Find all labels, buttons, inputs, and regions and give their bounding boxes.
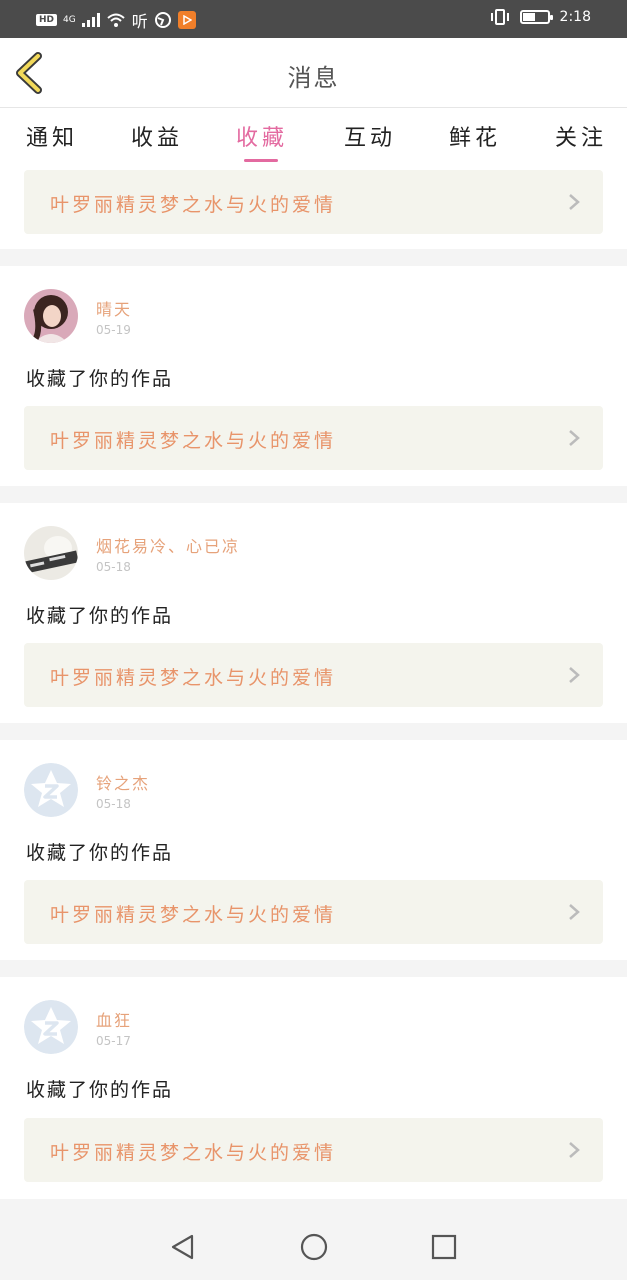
page-title: 消息 — [287, 64, 340, 92]
tab-bar: 通知 收益 收藏 互动 鲜花 关注 — [0, 108, 627, 166]
work-title: 叶罗丽精灵梦之水与火的爱情 — [50, 1142, 337, 1164]
chevron-right-icon — [569, 430, 580, 446]
avatar[interactable] — [24, 526, 78, 580]
timestamp: 05-18 — [96, 560, 131, 574]
work-link[interactable]: 叶罗丽精灵梦之水与火的爱情 — [24, 170, 603, 234]
work-title: 叶罗丽精灵梦之水与火的爱情 — [50, 194, 337, 216]
avatar[interactable] — [24, 763, 78, 817]
feed-card: 烟花易冷、心已凉 05-18 收藏了你的作品 叶罗丽精灵梦之水与火的爱情 — [0, 503, 627, 723]
timestamp: 05-17 — [96, 1034, 131, 1048]
circle-home-icon — [300, 1233, 328, 1261]
globe-icon — [154, 12, 171, 28]
username[interactable]: 晴天 — [96, 296, 132, 320]
feed-card: 铃之杰 05-18 收藏了你的作品 叶罗丽精灵梦之水与火的爱情 — [0, 740, 627, 960]
avatar[interactable] — [24, 1000, 78, 1054]
tab-earnings[interactable]: 收益 — [131, 120, 183, 152]
hd-indicator: HD — [36, 14, 58, 26]
username[interactable]: 铃之杰 — [96, 770, 150, 794]
play-app-icon — [177, 11, 196, 29]
username[interactable]: 血狂 — [96, 1007, 132, 1031]
work-title: 叶罗丽精灵梦之水与火的爱情 — [50, 430, 337, 452]
username[interactable]: 烟花易冷、心已凉 — [96, 533, 240, 557]
ting-indicator: 听 — [131, 12, 148, 31]
status-time: 2:18 — [559, 9, 591, 25]
default-avatar-icon — [24, 1000, 78, 1054]
feed-card: 晴天 05-19 收藏了你的作品 叶罗丽精灵梦之水与火的爱情 — [0, 266, 627, 486]
user-photo-avatar — [24, 526, 78, 580]
status-bar: HD 4G 听 2:18 — [0, 0, 627, 38]
work-link[interactable]: 叶罗丽精灵梦之水与火的爱情 — [24, 406, 603, 470]
network-type: 4G — [63, 15, 76, 25]
action-text: 收藏了你的作品 — [26, 1079, 174, 1101]
work-title: 叶罗丽精灵梦之水与火的爱情 — [50, 904, 337, 926]
tab-interactions[interactable]: 互动 — [344, 120, 396, 152]
work-title: 叶罗丽精灵梦之水与火的爱情 — [50, 667, 337, 689]
feed-card: 血狂 05-17 收藏了你的作品 叶罗丽精灵梦之水与火的爱情 — [0, 977, 627, 1199]
timestamp: 05-18 — [96, 797, 131, 811]
avatar[interactable] — [24, 289, 78, 343]
action-text: 收藏了你的作品 — [26, 605, 174, 627]
wifi-icon — [107, 13, 125, 27]
default-avatar-icon — [24, 763, 78, 817]
work-link[interactable]: 叶罗丽精灵梦之水与火的爱情 — [24, 1118, 603, 1182]
vibrate-icon — [490, 9, 509, 25]
system-nav-bar — [0, 1212, 627, 1280]
chevron-right-icon — [569, 904, 580, 920]
work-link[interactable]: 叶罗丽精灵梦之水与火的爱情 — [24, 880, 603, 944]
square-recent-icon — [431, 1234, 457, 1260]
nav-back-button[interactable] — [168, 1232, 198, 1262]
battery-icon — [519, 10, 553, 24]
triangle-back-icon — [171, 1234, 194, 1260]
tab-following[interactable]: 关注 — [555, 120, 607, 152]
timestamp: 05-19 — [96, 323, 131, 337]
feed-card-partial: 叶罗丽精灵梦之水与火的爱情 — [0, 166, 627, 249]
action-text: 收藏了你的作品 — [26, 842, 174, 864]
user-photo-avatar — [24, 289, 78, 343]
tab-favorites[interactable]: 收藏 — [236, 120, 288, 152]
nav-home-button[interactable] — [299, 1232, 329, 1262]
header: 消息 — [0, 38, 627, 108]
chevron-right-icon — [569, 667, 580, 683]
active-tab-indicator — [244, 159, 278, 162]
tab-notifications[interactable]: 通知 — [26, 120, 78, 152]
chevron-right-icon — [569, 1142, 580, 1158]
chevron-right-icon — [569, 194, 580, 210]
signal-icon — [81, 13, 100, 27]
tab-flowers[interactable]: 鲜花 — [449, 120, 501, 152]
work-link[interactable]: 叶罗丽精灵梦之水与火的爱情 — [24, 643, 603, 707]
action-text: 收藏了你的作品 — [26, 368, 174, 390]
nav-recent-button[interactable] — [429, 1232, 459, 1262]
